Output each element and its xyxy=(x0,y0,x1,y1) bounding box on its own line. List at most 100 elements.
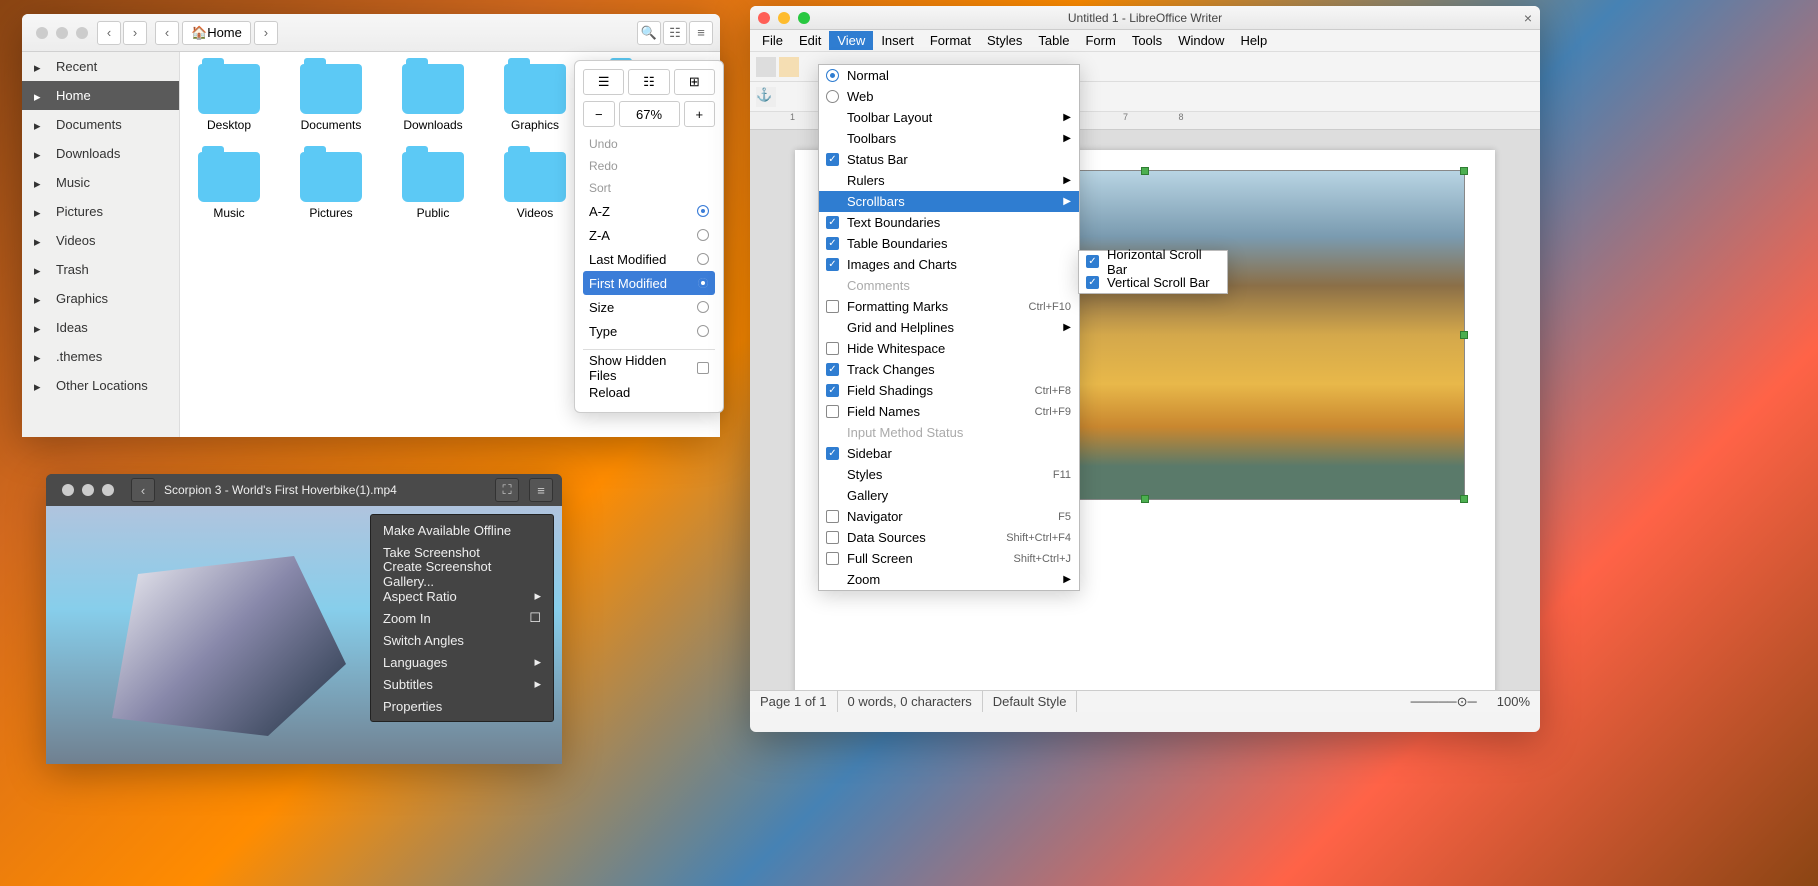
zoom-out-button[interactable]: − xyxy=(583,101,615,127)
menu-form[interactable]: Form xyxy=(1077,31,1123,50)
forward-button[interactable]: › xyxy=(123,21,147,45)
scrollbar-vertical-scroll-bar[interactable]: ✓Vertical Scroll Bar xyxy=(1079,272,1227,293)
view-table-boundaries[interactable]: ✓Table Boundaries xyxy=(819,233,1079,254)
view-images-and-charts[interactable]: ✓Images and Charts xyxy=(819,254,1079,275)
maximize-icon[interactable] xyxy=(102,484,114,496)
menu-tools[interactable]: Tools xyxy=(1124,31,1170,50)
back-button[interactable]: ‹ xyxy=(131,478,155,502)
sidebar-item-music[interactable]: ▸Music xyxy=(22,168,179,197)
view-hide-whitespace[interactable]: Hide Whitespace xyxy=(819,338,1079,359)
view-track-changes[interactable]: ✓Track Changes xyxy=(819,359,1079,380)
resize-handle[interactable] xyxy=(1141,167,1149,175)
folder-documents[interactable]: Documents xyxy=(294,64,368,132)
view-full-screen[interactable]: Full ScreenShift+Ctrl+J xyxy=(819,548,1079,569)
resize-handle[interactable] xyxy=(1460,167,1468,175)
folder-pictures[interactable]: Pictures xyxy=(294,152,368,220)
view-toolbars[interactable]: Toolbars▶ xyxy=(819,128,1079,149)
vp-menu-create-screenshot-gallery-[interactable]: Create Screenshot Gallery... xyxy=(371,563,553,585)
menu-edit[interactable]: Edit xyxy=(791,31,829,50)
zoom-in-button[interactable]: + xyxy=(684,101,716,127)
vp-menu-zoom-in[interactable]: Zoom In☐ xyxy=(371,607,553,629)
status-words[interactable]: 0 words, 0 characters xyxy=(838,691,983,712)
view-text-boundaries[interactable]: ✓Text Boundaries xyxy=(819,212,1079,233)
view-status-bar[interactable]: ✓Status Bar xyxy=(819,149,1079,170)
sidebar-item-recent[interactable]: ▸Recent xyxy=(22,52,179,81)
zoom-slider[interactable]: ─────⊙─ xyxy=(1401,691,1487,712)
vp-menu-subtitles[interactable]: Subtitles▸ xyxy=(371,673,553,695)
sidebar-item-downloads[interactable]: ▸Downloads xyxy=(22,139,179,168)
view-scrollbars[interactable]: Scrollbars▶ xyxy=(819,191,1079,212)
sidebar-item-pictures[interactable]: ▸Pictures xyxy=(22,197,179,226)
menu-window[interactable]: Window xyxy=(1170,31,1232,50)
maximize-icon[interactable] xyxy=(798,12,810,24)
sort-a-z[interactable]: A-Z xyxy=(583,199,715,223)
minimize-icon[interactable] xyxy=(56,27,68,39)
folder-graphics[interactable]: Graphics xyxy=(498,64,572,132)
view-web[interactable]: Web xyxy=(819,86,1079,107)
resize-handle[interactable] xyxy=(1460,495,1468,503)
reload-item[interactable]: Reload xyxy=(583,380,715,404)
path-prev-button[interactable]: ‹ xyxy=(155,21,179,45)
minimize-icon[interactable] xyxy=(778,12,790,24)
undo-item[interactable]: Undo xyxy=(583,133,715,155)
view-normal[interactable]: Normal xyxy=(819,65,1079,86)
path-home[interactable]: 🏠 Home xyxy=(182,21,251,45)
redo-item[interactable]: Redo xyxy=(583,155,715,177)
view-rulers[interactable]: Rulers▶ xyxy=(819,170,1079,191)
menu-insert[interactable]: Insert xyxy=(873,31,922,50)
vp-menu-make-available-offline[interactable]: Make Available Offline xyxy=(371,519,553,541)
sidebar-item-documents[interactable]: ▸Documents xyxy=(22,110,179,139)
sort-first-modified[interactable]: First Modified xyxy=(583,271,715,295)
vp-menu-properties[interactable]: Properties xyxy=(371,695,553,717)
doc-close-button[interactable]: × xyxy=(1524,10,1532,26)
view-styles[interactable]: StylesF11 xyxy=(819,464,1079,485)
folder-downloads[interactable]: Downloads xyxy=(396,64,470,132)
back-button[interactable]: ‹ xyxy=(97,21,121,45)
view-grid-button[interactable]: ☷ xyxy=(628,69,669,95)
show-hidden-toggle[interactable]: Show Hidden Files xyxy=(583,356,715,380)
sidebar-item--themes[interactable]: ▸.themes xyxy=(22,342,179,371)
folder-desktop[interactable]: Desktop xyxy=(192,64,266,132)
menu-view[interactable]: View xyxy=(829,31,873,50)
view-mode-button[interactable]: ☷ xyxy=(663,21,687,45)
sidebar-item-other-locations[interactable]: ▸Other Locations xyxy=(22,371,179,400)
anchor-icon[interactable]: ⚓ xyxy=(756,87,776,107)
menu-styles[interactable]: Styles xyxy=(979,31,1030,50)
search-button[interactable]: 🔍 xyxy=(637,21,661,45)
view-formatting-marks[interactable]: Formatting MarksCtrl+F10 xyxy=(819,296,1079,317)
view-list-button[interactable]: ☰ xyxy=(583,69,624,95)
view-zoom[interactable]: Zoom▶ xyxy=(819,569,1079,590)
view-field-names[interactable]: Field NamesCtrl+F9 xyxy=(819,401,1079,422)
folder-music[interactable]: Music xyxy=(192,152,266,220)
path-next-button[interactable]: › xyxy=(254,21,278,45)
hamburger-button[interactable]: ≡ xyxy=(689,21,713,45)
resize-handle[interactable] xyxy=(1141,495,1149,503)
view-compact-button[interactable]: ⊞ xyxy=(674,69,715,95)
hamburger-button[interactable]: ≡ xyxy=(529,478,553,502)
sort-type[interactable]: Type xyxy=(583,319,715,343)
sidebar-item-graphics[interactable]: ▸Graphics xyxy=(22,284,179,313)
minimize-icon[interactable] xyxy=(82,484,94,496)
fullscreen-button[interactable]: ⛶ xyxy=(495,478,519,502)
sidebar-item-ideas[interactable]: ▸Ideas xyxy=(22,313,179,342)
close-icon[interactable] xyxy=(36,27,48,39)
resize-handle[interactable] xyxy=(1460,331,1468,339)
view-toolbar-layout[interactable]: Toolbar Layout▶ xyxy=(819,107,1079,128)
view-navigator[interactable]: NavigatorF5 xyxy=(819,506,1079,527)
view-gallery[interactable]: Gallery xyxy=(819,485,1079,506)
scrollbar-horizontal-scroll-bar[interactable]: ✓Horizontal Scroll Bar xyxy=(1079,251,1227,272)
vp-menu-languages[interactable]: Languages▸ xyxy=(371,651,553,673)
vp-menu-switch-angles[interactable]: Switch Angles xyxy=(371,629,553,651)
close-icon[interactable] xyxy=(758,12,770,24)
sidebar-item-home[interactable]: ▸Home xyxy=(22,81,179,110)
open-icon[interactable] xyxy=(779,57,799,77)
menu-help[interactable]: Help xyxy=(1232,31,1275,50)
hidden-checkbox[interactable] xyxy=(697,362,709,374)
folder-videos[interactable]: Videos xyxy=(498,152,572,220)
sort-z-a[interactable]: Z-A xyxy=(583,223,715,247)
folder-public[interactable]: Public xyxy=(396,152,470,220)
menu-format[interactable]: Format xyxy=(922,31,979,50)
close-icon[interactable] xyxy=(62,484,74,496)
sort-last-modified[interactable]: Last Modified xyxy=(583,247,715,271)
menu-file[interactable]: File xyxy=(754,31,791,50)
